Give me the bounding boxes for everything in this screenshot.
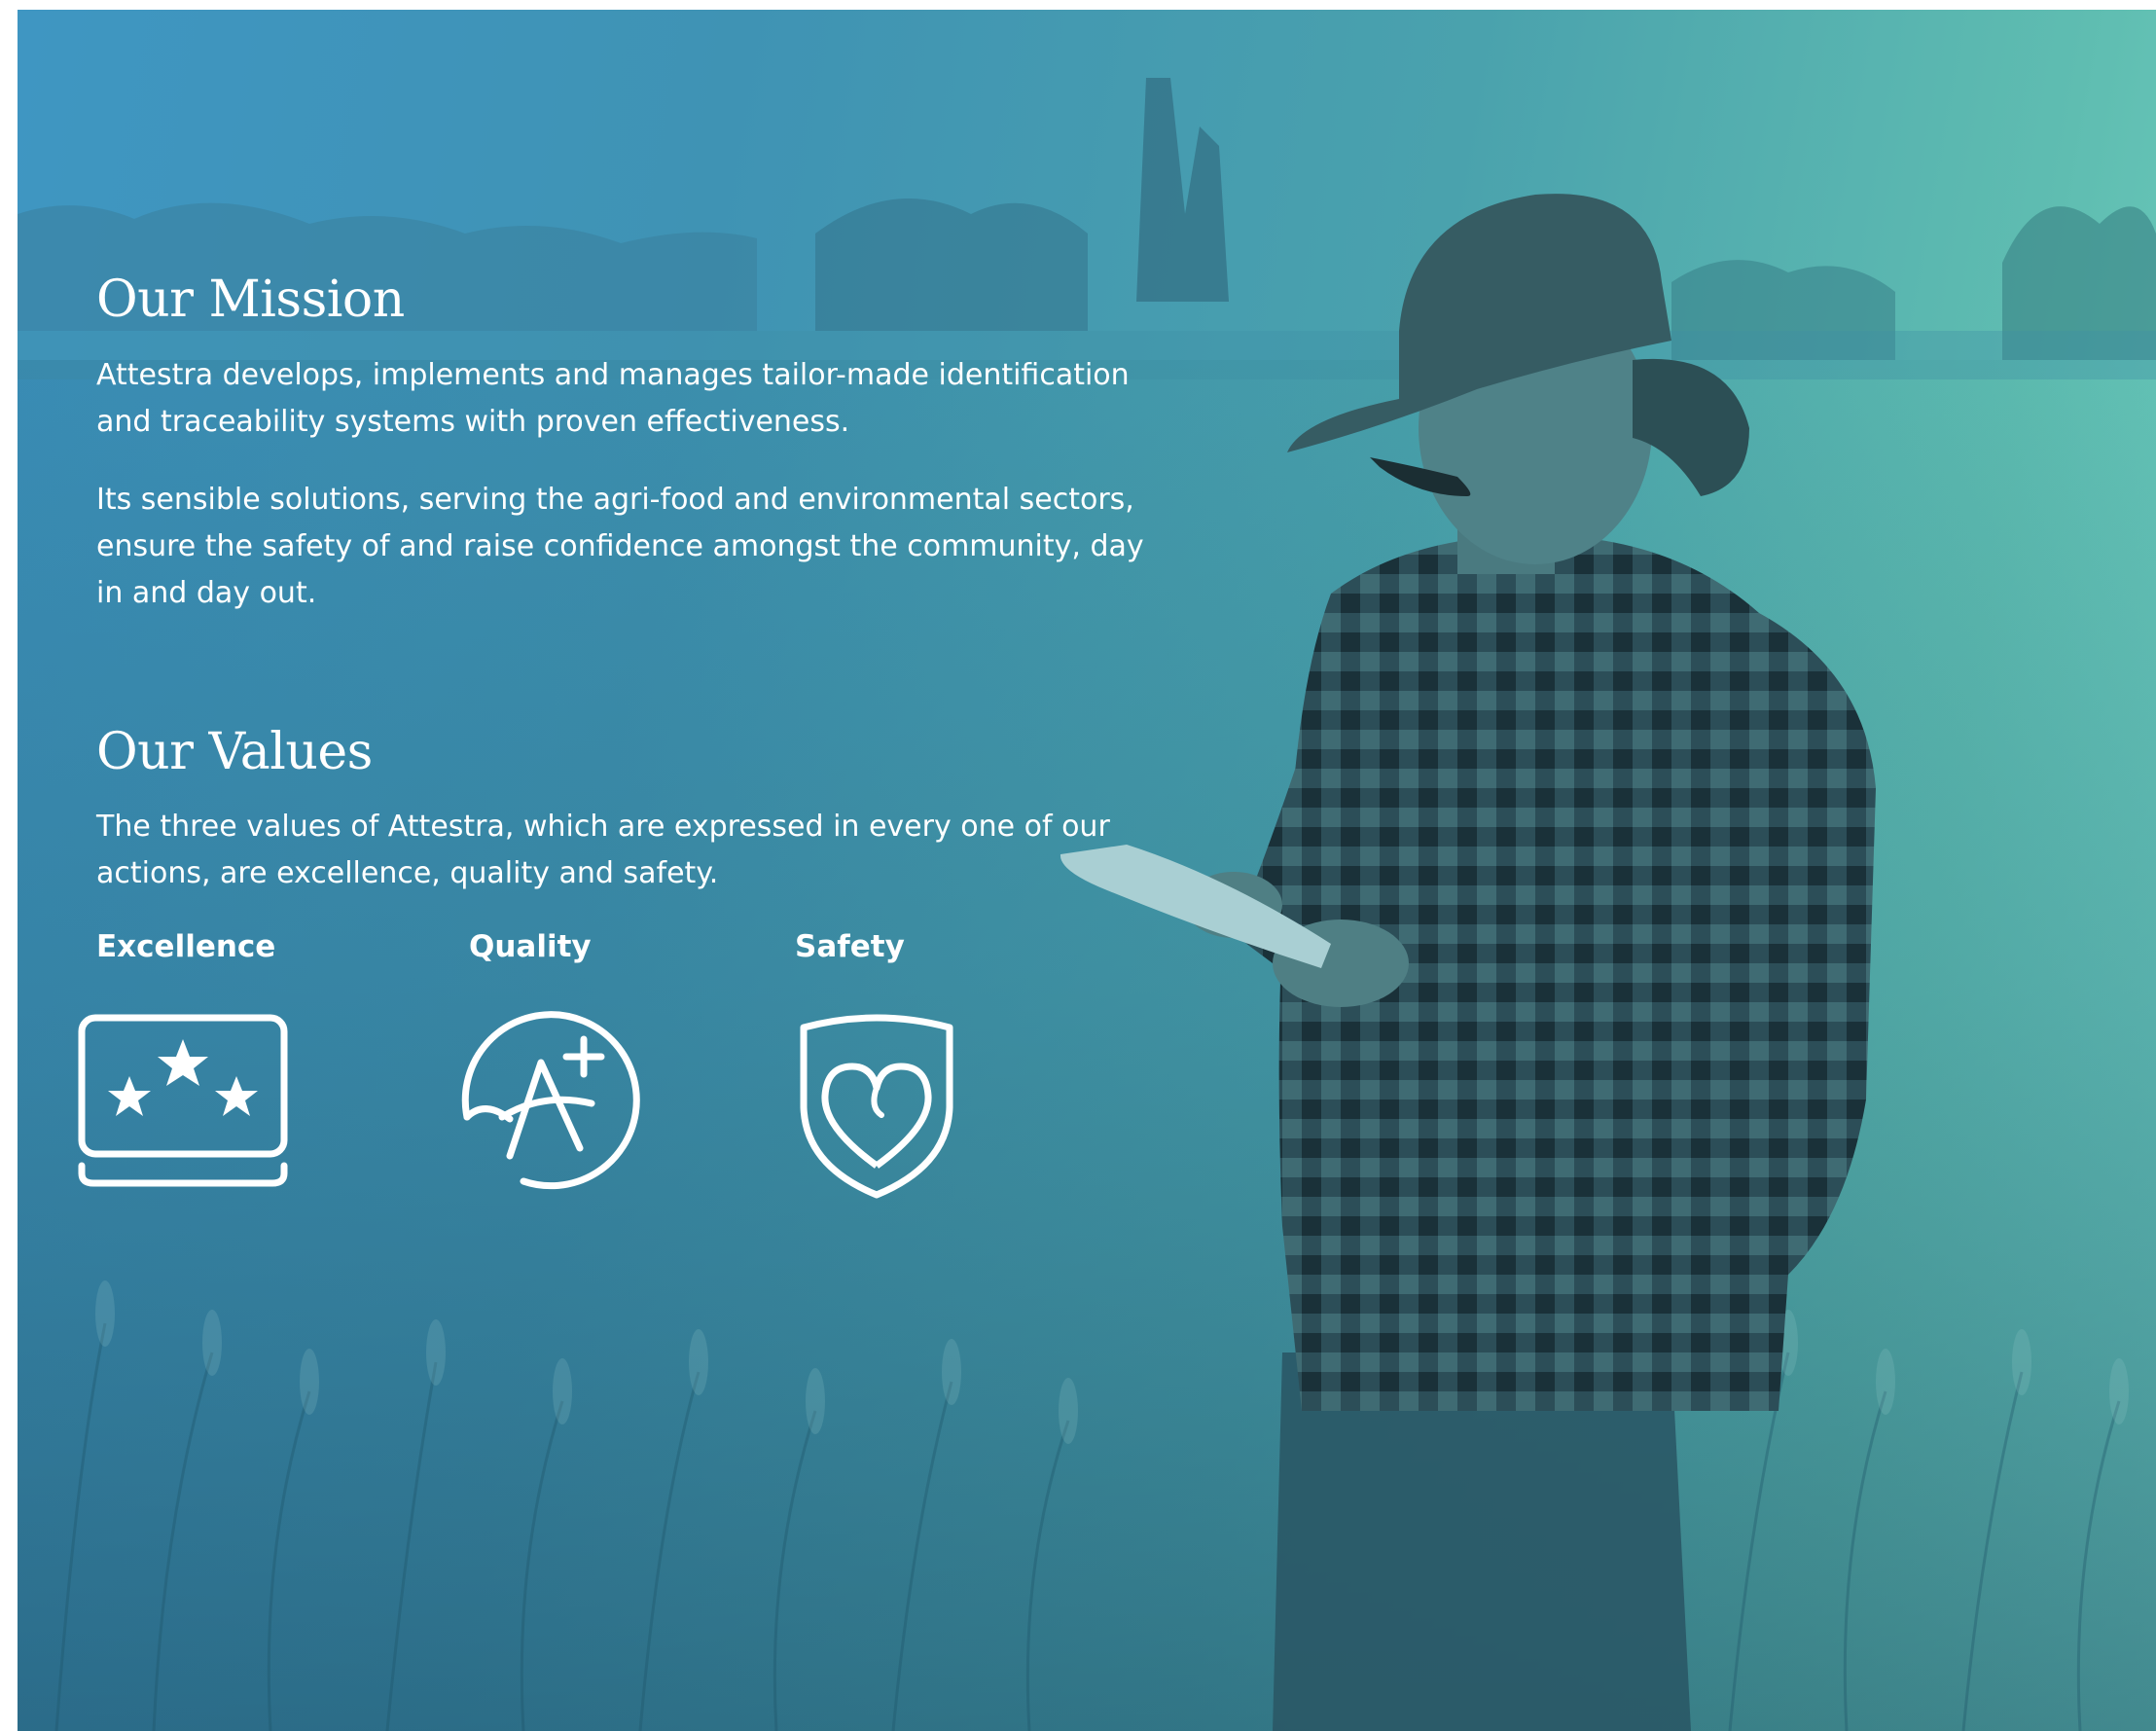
shield-heart-icon [800, 1014, 953, 1199]
value-label-quality: Quality [469, 929, 592, 964]
mission-paragraph-1: Attestra develops, implements and manage… [96, 358, 1130, 439]
a-plus-grade-icon [461, 1011, 640, 1190]
mission-paragraph-2: Its sensible solutions, serving the agri… [96, 483, 1144, 610]
value-label-excellence: Excellence [96, 929, 276, 964]
hero-panel: Our Mission Attestra develops, implement… [18, 10, 2156, 1731]
value-label-safety: Safety [795, 929, 905, 964]
stars-screen-icon [78, 1014, 288, 1187]
content-overlay: Our Mission Attestra develops, implement… [18, 10, 2156, 1731]
values-title: Our Values [96, 723, 373, 781]
mission-title: Our Mission [96, 270, 405, 329]
values-intro: The three values of Attestra, which are … [96, 810, 1110, 890]
